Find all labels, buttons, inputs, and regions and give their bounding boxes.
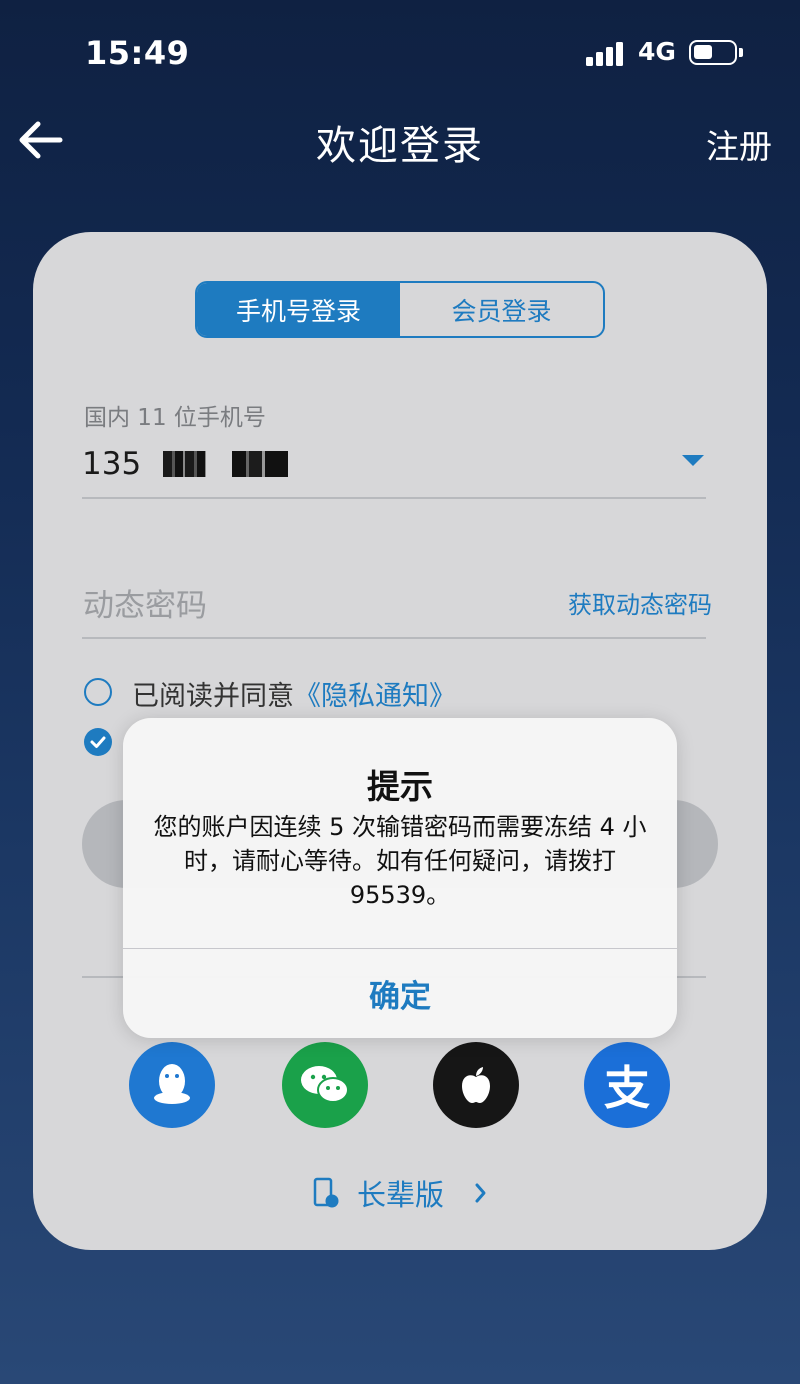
- alert-dialog: 提示 您的账户因连续 5 次输错密码而需要冻结 4 小时，请耐心等待。如有任何疑…: [123, 718, 677, 1038]
- alert-message: 您的账户因连续 5 次输错密码而需要冻结 4 小时，请耐心等待。如有任何疑问，请…: [153, 813, 647, 909]
- modal-overlay: [0, 0, 800, 1384]
- confirm-button[interactable]: 确定: [123, 949, 677, 1038]
- alert-title: 提示: [367, 767, 433, 806]
